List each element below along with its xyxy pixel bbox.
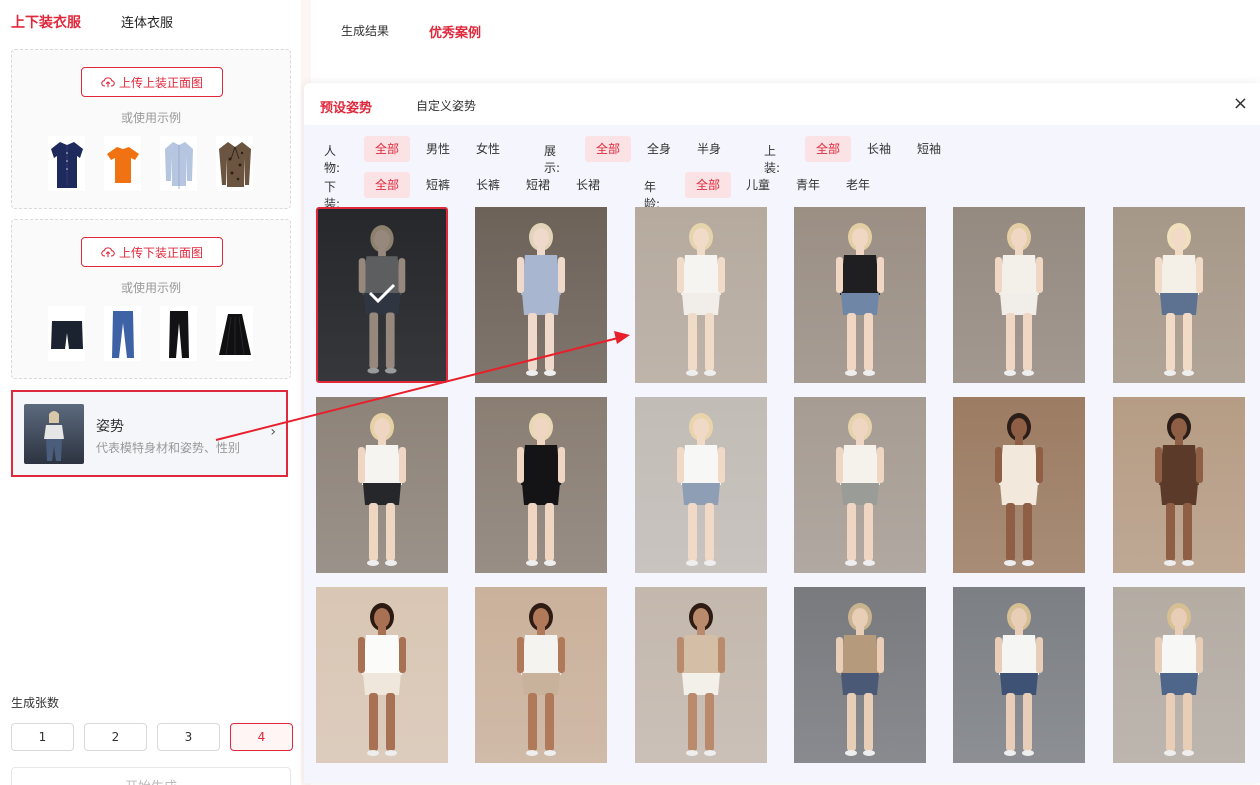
- top-samples: [48, 136, 253, 191]
- sample-black-shorts[interactable]: [48, 306, 85, 361]
- pose-thumbnail[interactable]: [475, 397, 607, 573]
- checkmark-icon: [367, 282, 397, 308]
- filter-label-person: 人物:: [324, 144, 341, 175]
- pose-thumbnail[interactable]: [794, 587, 926, 763]
- filter-display-full[interactable]: 全身: [636, 136, 682, 162]
- pose-selector-card[interactable]: 姿势 代表模特身材和姿势、性别 ›: [11, 390, 288, 477]
- cloud-upload-icon: [101, 77, 115, 88]
- pose-thumbnail[interactable]: [475, 587, 607, 763]
- bottom-upload-area: 上传下装正面图 或使用示例: [11, 219, 291, 379]
- result-tabs: 生成结果 优秀案例: [341, 22, 481, 41]
- upload-top-button[interactable]: 上传上装正面图: [81, 67, 223, 97]
- tab-custom-poses[interactable]: 自定义姿势: [416, 97, 476, 114]
- selected-pose-thumbnail: [24, 404, 84, 464]
- filter-label-display: 展示:: [544, 144, 561, 175]
- filter-age-all[interactable]: 全部: [685, 172, 732, 198]
- pose-thumbnail[interactable]: [953, 207, 1085, 383]
- sample-black-skirt[interactable]: [216, 306, 253, 361]
- page: 上下装衣服 连体衣服 上传上装正面图 或使用示例 上传下装正面图 或使用示例 姿…: [0, 0, 1260, 785]
- pose-thumbnail[interactable]: [1113, 397, 1245, 573]
- modal-header: 预设姿势 自定义姿势 ×: [304, 83, 1260, 125]
- filter-bottom-shorts[interactable]: 短裤: [415, 172, 461, 198]
- filter-display-all[interactable]: 全部: [585, 136, 632, 162]
- cloud-upload-icon: [101, 247, 115, 258]
- tab-top-bottom-clothes[interactable]: 上下装衣服: [11, 12, 81, 32]
- count-option-2[interactable]: 2: [84, 723, 147, 751]
- count-option-3[interactable]: 3: [157, 723, 220, 751]
- sample-leopard-blazer[interactable]: [216, 136, 253, 191]
- left-panel: 上下装衣服 连体衣服 上传上装正面图 或使用示例 上传下装正面图 或使用示例 姿…: [0, 0, 301, 785]
- pose-thumbnail[interactable]: [953, 587, 1085, 763]
- filter-bottom-pants[interactable]: 长裤: [465, 172, 511, 198]
- tab-preset-poses[interactable]: 预设姿势: [320, 97, 372, 116]
- tab-generated-results[interactable]: 生成结果: [341, 22, 389, 41]
- filter-display-half[interactable]: 半身: [686, 136, 732, 162]
- pose-thumbnail[interactable]: [635, 587, 767, 763]
- pose-picker-modal: 预设姿势 自定义姿势 × 人物: 全部 男性 女性 展示: 全部 全身 半身 上…: [304, 83, 1260, 783]
- pose-thumbnail[interactable]: [316, 587, 448, 763]
- chevron-right-icon: ›: [270, 424, 276, 440]
- filter-age-elder[interactable]: 老年: [835, 172, 881, 198]
- pose-thumbnail[interactable]: [635, 397, 767, 573]
- pose-thumbnail[interactable]: [475, 207, 607, 383]
- sample-navy-shirt[interactable]: [48, 136, 85, 191]
- sample-light-blue-shirt[interactable]: [160, 136, 197, 191]
- filter-person-male[interactable]: 男性: [415, 136, 461, 162]
- close-icon[interactable]: ×: [1233, 95, 1248, 113]
- filter-person-all[interactable]: 全部: [364, 136, 411, 162]
- filter-age-child[interactable]: 儿童: [735, 172, 781, 198]
- filter-age-youth[interactable]: 青年: [785, 172, 831, 198]
- pose-thumbnail[interactable]: [953, 397, 1085, 573]
- bottom-samples: [48, 306, 253, 361]
- generate-count-options: 1 2 3 4: [11, 723, 293, 751]
- pose-title: 姿势: [96, 419, 124, 435]
- upload-bottom-label: 上传下装正面图: [118, 245, 203, 260]
- sample-black-pants[interactable]: [160, 306, 197, 361]
- pose-thumbnail[interactable]: [635, 207, 767, 383]
- filter-top-short-sleeve[interactable]: 短袖: [906, 136, 952, 162]
- pose-thumbnail[interactable]: [794, 207, 926, 383]
- sample-blue-jeans[interactable]: [104, 306, 141, 361]
- filter-top-all[interactable]: 全部: [805, 136, 852, 162]
- upload-top-label: 上传上装正面图: [118, 75, 203, 90]
- filter-bottom-all[interactable]: 全部: [364, 172, 411, 198]
- count-option-4[interactable]: 4: [230, 723, 293, 751]
- tab-onepiece-clothes[interactable]: 连体衣服: [121, 12, 173, 32]
- category-tabs: 上下装衣服 连体衣服: [11, 12, 173, 32]
- count-option-1[interactable]: 1: [11, 723, 74, 751]
- pose-thumbnail[interactable]: [316, 207, 448, 383]
- filter-person-female[interactable]: 女性: [465, 136, 511, 162]
- start-generate-button[interactable]: 开始生成: [11, 767, 291, 785]
- tab-excellent-cases[interactable]: 优秀案例: [429, 22, 481, 41]
- pose-thumbnail[interactable]: [1113, 587, 1245, 763]
- use-example-text: 或使用示例: [120, 111, 181, 125]
- filter-top-long-sleeve[interactable]: 长袖: [856, 136, 902, 162]
- filter-bottom-short-skirt[interactable]: 短裙: [515, 172, 561, 198]
- sample-orange-tshirt[interactable]: [104, 136, 141, 191]
- generate-count-label: 生成张数: [11, 696, 60, 710]
- pose-thumbnail[interactable]: [316, 397, 448, 573]
- use-example-text: 或使用示例: [120, 281, 181, 295]
- top-upload-area: 上传上装正面图 或使用示例: [11, 49, 291, 209]
- pose-subtitle: 代表模特身材和姿势、性别: [96, 441, 241, 455]
- pose-thumbnail[interactable]: [794, 397, 926, 573]
- filter-bottom-long-skirt[interactable]: 长裙: [565, 172, 611, 198]
- filter-label-top: 上装:: [764, 144, 781, 175]
- pose-thumbnail[interactable]: [1113, 207, 1245, 383]
- upload-bottom-button[interactable]: 上传下装正面图: [81, 237, 223, 267]
